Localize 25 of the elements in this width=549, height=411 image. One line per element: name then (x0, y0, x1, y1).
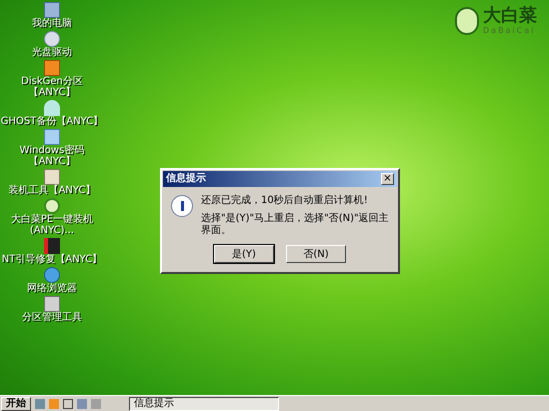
window-icon (44, 129, 60, 145)
logo-title: 大白菜 (483, 6, 537, 26)
dialog-title: 信息提示 (166, 173, 206, 185)
start-button[interactable]: 开始 (1, 396, 31, 410)
desktop-icon-label[interactable]: NT引导修复【ANYC】 (0, 254, 104, 265)
desktop-icon-label[interactable]: Windows密码【ANYC】 (0, 145, 104, 167)
desktop-icon-label[interactable]: 装机工具【ANYC】 (0, 185, 104, 196)
dialog-button[interactable]: 是(Y) (214, 245, 274, 263)
logo-subtitle: DaBaiCai (483, 26, 536, 35)
dialog-message: 还原已完成，10秒后自动重启计算机! (201, 195, 369, 207)
desktop-icon-label[interactable]: 我的电脑 (0, 18, 104, 29)
desktop-icon-label[interactable]: 光盘驱动 (0, 47, 104, 58)
dialog-message: 选择"是(Y)"马上重启，选择"否(N)"返回主界面。 (201, 213, 389, 237)
taskbar-task[interactable]: 信息提示 (129, 396, 279, 410)
desktop-icon-label[interactable]: DiskGen分区【ANYC】 (0, 76, 104, 98)
desktop-icon-label[interactable]: 大白菜PE一键装机(ANYC)... (0, 214, 104, 236)
box-icon (44, 169, 60, 185)
ghost-icon (44, 100, 60, 116)
info-icon (171, 195, 193, 217)
desktop-icon-label[interactable]: GHOST备份【ANYC】 (0, 116, 104, 127)
dialog-button[interactable]: 否(N) (286, 245, 346, 263)
close-button[interactable]: × (381, 173, 394, 185)
globe-icon (44, 267, 60, 283)
desktop-icon-label[interactable]: 网络浏览器 (0, 283, 104, 294)
desktop-icon-label[interactable]: 分区管理工具 (0, 312, 104, 323)
